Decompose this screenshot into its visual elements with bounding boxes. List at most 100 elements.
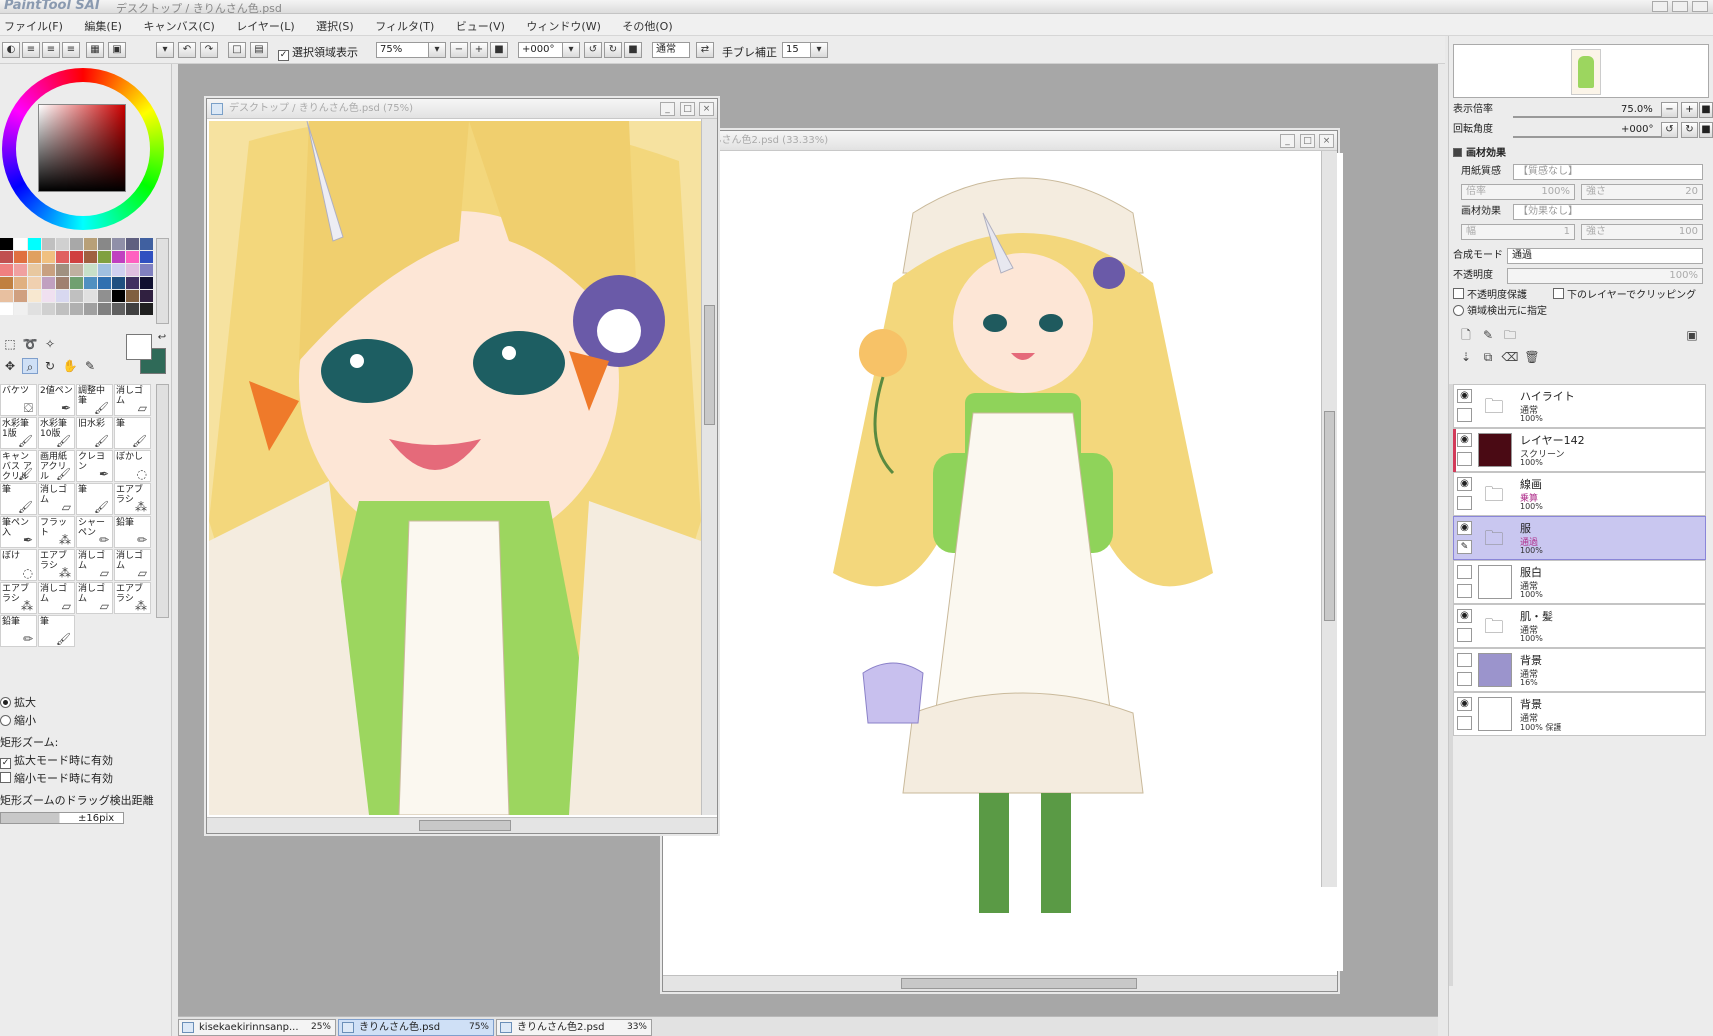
document-window-2[interactable]: / きりんさん色2.psd (33.33%) _ □ × (662, 130, 1343, 992)
visibility-eye-icon[interactable]: ◉ (1457, 609, 1472, 623)
color-swatch[interactable] (14, 277, 27, 289)
layer-row[interactable]: 服白 通常 100% (1453, 560, 1706, 604)
minimize-button[interactable] (1652, 1, 1668, 12)
tool-slot[interactable]: 水彩筆 10版 🖌 (38, 417, 75, 449)
tool-scrollbar[interactable] (156, 384, 169, 618)
color-swatch[interactable] (98, 264, 111, 276)
color-swatch[interactable] (98, 303, 111, 315)
color-swatch[interactable] (140, 290, 153, 302)
color-swatch[interactable] (112, 251, 125, 263)
color-swatch[interactable] (28, 251, 41, 263)
zoom-in-radio[interactable] (0, 697, 11, 708)
scratchpad-toggle-icon[interactable]: ▣ (108, 42, 126, 58)
color-swatch[interactable] (70, 251, 83, 263)
flip-icon[interactable]: ⇄ (696, 42, 714, 58)
layer-row[interactable]: ◉ レイヤー142 スクリーン 100% (1453, 428, 1706, 473)
tool-slot[interactable]: バケツ ⛋ (0, 384, 37, 416)
deselect-icon[interactable]: □ (228, 42, 246, 58)
task-doc-1[interactable]: きりんさん色.psd 75% (338, 1019, 494, 1036)
color-swatch[interactable] (70, 238, 83, 250)
move-icon[interactable]: ✥ (2, 358, 18, 374)
color-swatch[interactable] (70, 290, 83, 302)
color-swatch[interactable] (56, 277, 69, 289)
color-swatch[interactable] (112, 303, 125, 315)
new-linework-layer-icon[interactable]: ✎ (1479, 326, 1497, 344)
color-swatch[interactable] (56, 303, 69, 315)
color-swatch[interactable] (42, 277, 55, 289)
mask-icon[interactable]: ▣ (1683, 326, 1701, 344)
color-swatch[interactable] (42, 303, 55, 315)
invert-selection-icon[interactable]: ▤ (250, 42, 268, 58)
color-swatch[interactable] (84, 277, 97, 289)
color-swatch[interactable] (70, 303, 83, 315)
color-swatch[interactable] (14, 238, 27, 250)
brush-effect-select[interactable]: 【効果なし】 (1513, 204, 1703, 220)
menu-edit[interactable]: 編集(E) (84, 18, 122, 34)
swatch-toggle-icon[interactable]: ▦ (86, 42, 104, 58)
color-swatch[interactable] (126, 303, 139, 315)
document-1-vertical-scrollbar[interactable] (701, 119, 717, 815)
zoom-reset-icon[interactable]: ■ (490, 42, 508, 58)
color-swatch[interactable] (140, 238, 153, 250)
color-swatch[interactable] (98, 238, 111, 250)
menu-other[interactable]: その他(O) (622, 18, 672, 34)
color-swatch[interactable] (140, 251, 153, 263)
color-swatch[interactable] (140, 303, 153, 315)
lock-toggle[interactable] (1457, 672, 1472, 686)
edit-pen-icon[interactable]: ✎ (1457, 540, 1472, 554)
color-swatch[interactable] (70, 264, 83, 276)
document-2-close-button[interactable]: × (1319, 134, 1334, 148)
opacity-slider[interactable]: 100% (1507, 268, 1703, 284)
enable-zoom-out-option[interactable]: 縮小モード時に有効 (0, 770, 170, 788)
delete-layer-icon[interactable]: 🗑 (1523, 348, 1541, 366)
canvas-workspace[interactable]: / きりんさん色2.psd (33.33%) _ □ × デスクトップ / きり… (178, 64, 1438, 1016)
zoom-tool-icon[interactable]: ⌕ (22, 358, 38, 374)
tool-slot[interactable]: 筆 🖌 (0, 483, 37, 515)
lasso-icon[interactable]: ➰ (22, 336, 38, 352)
color-swatch[interactable] (42, 264, 55, 276)
preserve-opacity-checkbox[interactable] (1453, 288, 1464, 299)
zoom-in-icon[interactable]: + (470, 42, 488, 58)
color-swatch[interactable] (14, 303, 27, 315)
clip-below-option[interactable]: 下のレイヤーでクリッピング (1553, 288, 1696, 304)
document-1-titlebar[interactable]: デスクトップ / きりんさん色.psd (75%) _ □ × (207, 99, 717, 119)
menu-filter[interactable]: フィルタ(T) (375, 18, 434, 34)
clip-below-checkbox[interactable] (1553, 288, 1564, 299)
zoom-out-radio[interactable] (0, 715, 11, 726)
redo-icon[interactable]: ↷ (200, 42, 218, 58)
collapse-icon[interactable] (1453, 148, 1462, 157)
color-swatch[interactable] (140, 264, 153, 276)
color-swatch[interactable] (126, 251, 139, 263)
color-swatch[interactable] (28, 290, 41, 302)
document-2-titlebar[interactable]: / きりんさん色2.psd (33.33%) _ □ × (663, 131, 1337, 151)
zoom-in-option[interactable]: 拡大 (0, 694, 170, 712)
color-swatch[interactable] (140, 277, 153, 289)
hand-icon[interactable]: ✋ (62, 358, 78, 374)
tool-slot[interactable]: 消しゴム ▱ (76, 549, 113, 581)
merge-down-icon[interactable]: ⧉ (1479, 348, 1497, 366)
document-1-horizontal-scrollbar[interactable] (207, 817, 717, 833)
close-button[interactable] (1692, 1, 1708, 12)
swatch-scrollbar[interactable] (156, 238, 169, 324)
undo-icon[interactable]: ↶ (178, 42, 196, 58)
color-swatch[interactable] (126, 290, 139, 302)
color-swatch[interactable] (112, 238, 125, 250)
intermediate-toggle-icon[interactable]: ≡ (62, 42, 80, 58)
lock-toggle[interactable] (1457, 496, 1472, 510)
tool-slot[interactable]: ぼけ ◌ (0, 549, 37, 581)
rotate-reset-icon[interactable]: ■ (624, 42, 642, 58)
tool-slot[interactable]: 調整中筆 🖌 (76, 384, 113, 416)
color-swatch[interactable] (126, 264, 139, 276)
color-swatch[interactable] (98, 277, 111, 289)
nav-rotation-slider[interactable] (1513, 136, 1663, 138)
menu-view[interactable]: ビュー(V) (456, 18, 505, 34)
layer-row[interactable]: ◉ 背景 通常 100% 保護 (1453, 692, 1706, 736)
layer-row[interactable]: ◉ 🗀 ハイライト 通常 100% (1453, 384, 1706, 428)
document-2-minimize-button[interactable]: _ (1280, 134, 1295, 148)
lock-toggle[interactable] (1457, 628, 1472, 642)
color-swatch[interactable] (56, 264, 69, 276)
tool-slot[interactable]: 鉛筆 ✏ (0, 615, 37, 647)
visibility-eye-icon[interactable]: ◉ (1457, 521, 1472, 535)
menu-file[interactable]: ファイル(F) (4, 18, 63, 34)
color-swatch[interactable] (14, 251, 27, 263)
